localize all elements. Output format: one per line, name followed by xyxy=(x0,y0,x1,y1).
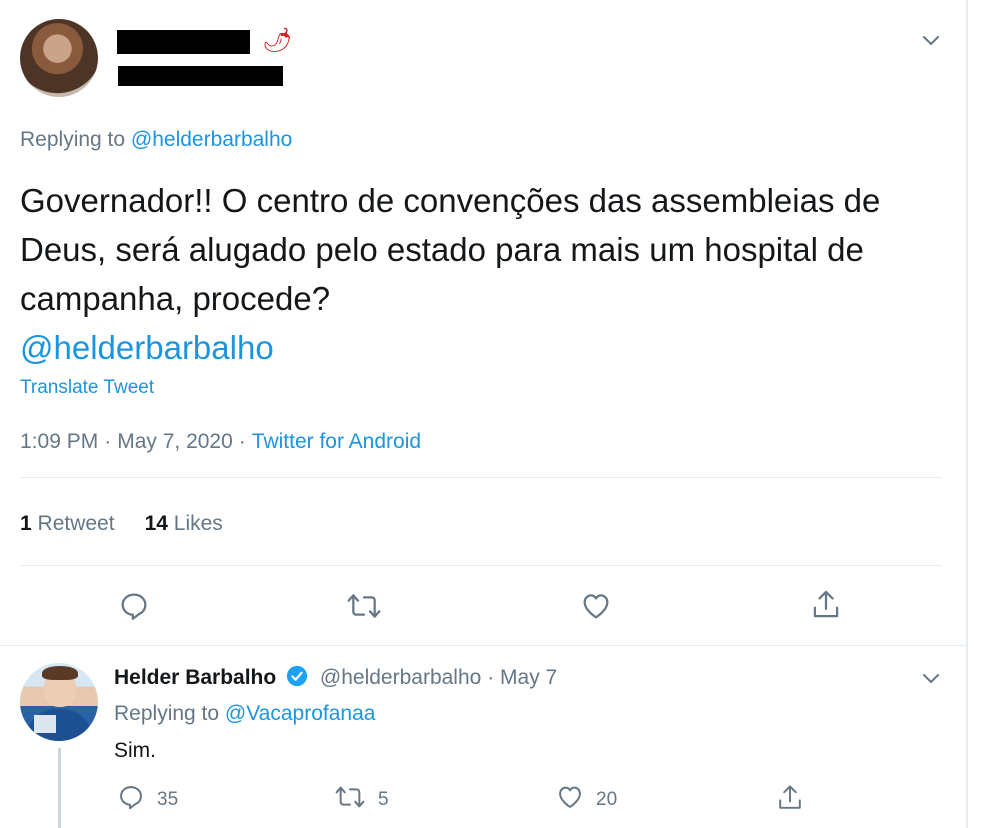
thread-line xyxy=(58,748,61,828)
timeline-border xyxy=(966,0,968,828)
divider xyxy=(20,565,942,566)
like-count: 20 xyxy=(596,789,618,810)
likes-stat[interactable]: 14 Likes xyxy=(145,512,223,535)
tweet-body: Governador!! O centro de convenções das … xyxy=(20,182,881,317)
tweet-meta: 1:09 PM · May 7, 2020 · Twitter for Android xyxy=(20,428,421,456)
tweet-date[interactable]: May 7, 2020 xyxy=(117,428,233,456)
retweet-icon[interactable] xyxy=(334,783,366,811)
share-icon[interactable] xyxy=(810,588,842,622)
replying-to: Replying to @Vacaprofanaa xyxy=(114,700,375,728)
replying-prefix: Replying to xyxy=(20,128,126,151)
share-icon[interactable] xyxy=(776,783,804,813)
mention-link[interactable]: @helderbarbalho xyxy=(20,323,940,372)
meta-dot: · xyxy=(487,666,495,689)
like-icon[interactable] xyxy=(556,783,584,811)
verified-badge-icon xyxy=(286,665,308,687)
replying-to: Replying to @helderbarbalho xyxy=(20,126,292,154)
chili-pepper-emoji: 🌶 xyxy=(262,27,293,54)
redacted-display-name xyxy=(117,30,250,54)
like-icon[interactable] xyxy=(580,590,612,622)
retweet-count: 5 xyxy=(378,789,389,810)
like-action[interactable]: 20 xyxy=(556,783,617,811)
chevron-down-icon[interactable] xyxy=(921,668,941,688)
replying-handle-link[interactable]: @helderbarbalho xyxy=(131,128,292,151)
reply-count: 35 xyxy=(157,789,179,810)
avatar[interactable] xyxy=(20,19,98,97)
replying-prefix: Replying to xyxy=(114,702,220,725)
divider xyxy=(0,645,966,646)
tweet-source[interactable]: Twitter for Android xyxy=(252,428,421,456)
tweet-text: Governador!! O centro de convenções das … xyxy=(20,176,940,372)
reply-icon[interactable] xyxy=(118,590,150,622)
divider xyxy=(20,477,942,478)
replying-handle-link[interactable]: @Vacaprofanaa xyxy=(225,702,376,725)
retweet-icon[interactable] xyxy=(346,590,382,622)
tweet-body: Sim. xyxy=(114,739,156,762)
author-name[interactable]: Helder Barbalho xyxy=(114,666,276,689)
author-row: Helder Barbalho @helderbarbalho · May 7 xyxy=(114,664,557,692)
reply-icon[interactable] xyxy=(117,783,145,811)
author-handle[interactable]: @helderbarbalho xyxy=(320,666,481,689)
avatar[interactable] xyxy=(20,663,98,741)
redacted-handle xyxy=(118,66,283,86)
retweets-stat[interactable]: 1 Retweet xyxy=(20,512,115,535)
tweet-stats: 1 Retweet 14 Likes xyxy=(20,510,223,538)
reply-action[interactable]: 35 xyxy=(117,783,178,811)
tweet-date[interactable]: May 7 xyxy=(500,666,557,689)
chevron-down-icon[interactable] xyxy=(921,30,941,50)
share-action[interactable] xyxy=(776,783,816,811)
tweet-time[interactable]: 1:09 PM xyxy=(20,428,98,456)
retweet-action[interactable]: 5 xyxy=(334,783,389,811)
translate-tweet-link[interactable]: Translate Tweet xyxy=(20,377,154,399)
